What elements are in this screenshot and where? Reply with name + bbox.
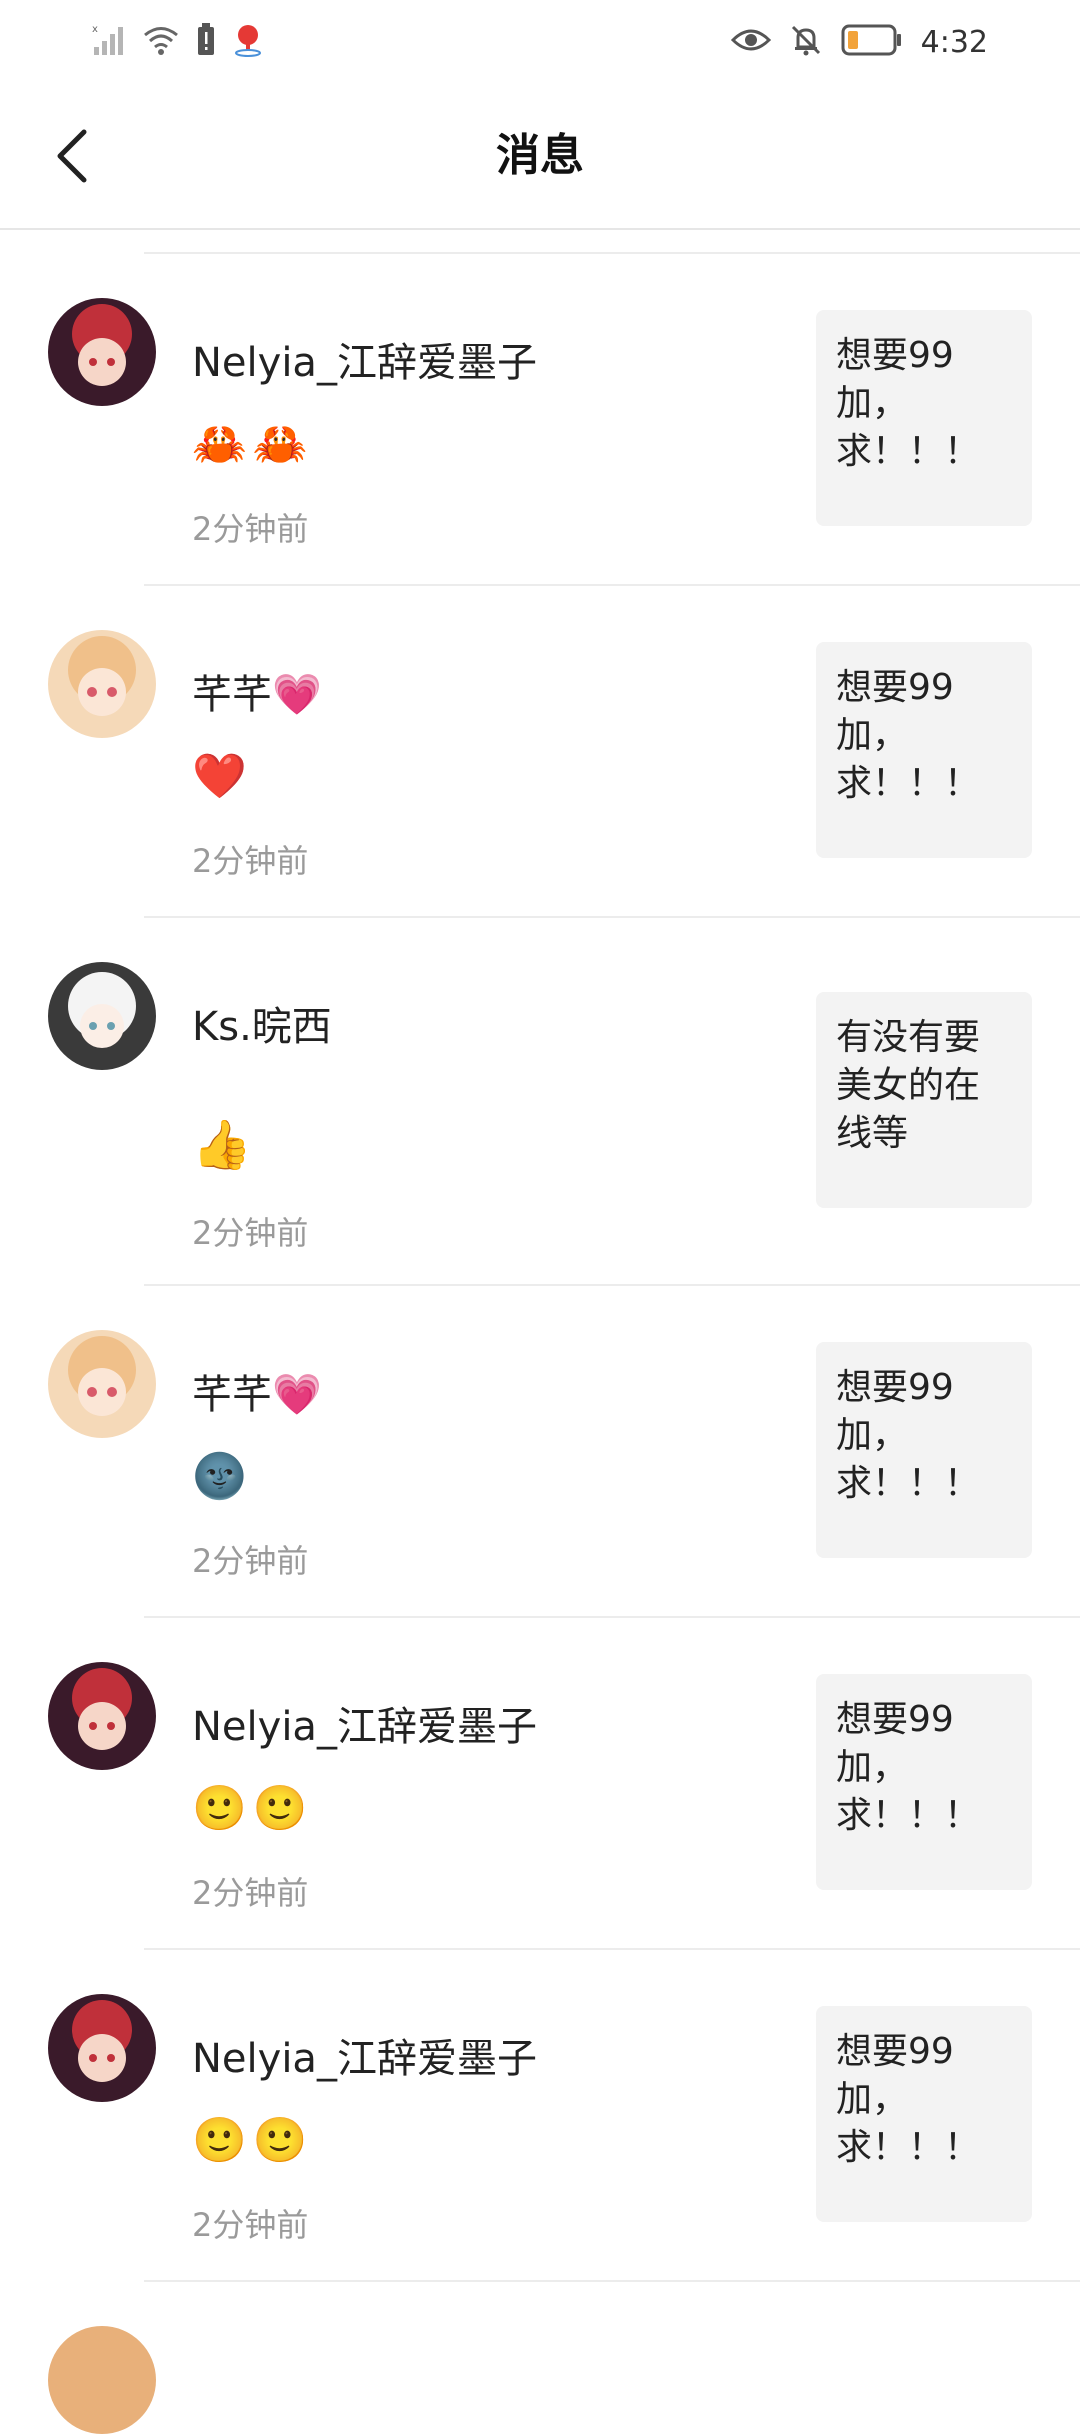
message-content: 🦀 🦀 xyxy=(192,414,308,474)
message-content: 👍 xyxy=(192,1114,252,1174)
crab-emoji: 🦀 xyxy=(252,419,308,470)
post-preview[interactable]: 有没有要美女的在线等 xyxy=(816,992,1032,1208)
message-content: 🙂 🙂 xyxy=(192,2110,308,2170)
post-preview[interactable]: 想要99加，求！！！ xyxy=(816,1342,1032,1558)
message-time: 2分钟前 xyxy=(192,2206,309,2244)
message-item[interactable]: Nelyia_江辞爱墨子 🦀 🦀 2分钟前 想要99加，求！！！ xyxy=(48,254,1080,586)
status-bar-right: 4:32 xyxy=(730,22,988,62)
smile-emoji: 🙂 xyxy=(252,2115,308,2166)
message-item[interactable]: 芊芊💗 ❤️ 2分钟前 想要99加，求！！！ xyxy=(48,586,1080,918)
wifi-icon xyxy=(142,24,180,60)
avatar[interactable] xyxy=(48,1662,156,1770)
eye-icon xyxy=(730,26,771,58)
message-time: 2分钟前 xyxy=(192,1874,309,1912)
sender-name[interactable]: 芊芊💗 xyxy=(192,662,322,720)
svg-text:x: x xyxy=(92,24,98,35)
message-time: 2分钟前 xyxy=(192,1214,309,1252)
signal-icon: x xyxy=(92,23,126,61)
message-item[interactable]: Nelyia_江辞爱墨子 🙂 🙂 2分钟前 想要99加，求！！！ xyxy=(48,1618,1080,1950)
post-preview[interactable]: 想要99加，求！！！ xyxy=(816,642,1032,858)
sender-name[interactable]: Nelyia_江辞爱墨子 xyxy=(192,1694,537,1752)
app-header: 消息 xyxy=(0,84,1080,230)
app-notification-icon xyxy=(232,23,264,61)
bell-muted-icon xyxy=(789,23,823,61)
message-time: 2分钟前 xyxy=(192,842,309,880)
battery-alert-icon xyxy=(196,23,216,61)
avatar[interactable] xyxy=(48,962,156,1070)
heart-emoji: ❤️ xyxy=(192,751,247,802)
message-content: ❤️ xyxy=(192,746,247,806)
thumbs-up-emoji: 👍 xyxy=(192,1116,252,1173)
post-preview[interactable]: 想要99加，求！！！ xyxy=(816,2006,1032,2222)
message-time: 2分钟前 xyxy=(192,1542,309,1580)
avatar[interactable] xyxy=(48,298,156,406)
sender-name[interactable]: Ks.晥西 xyxy=(192,994,332,1052)
post-preview[interactable]: 想要99加，求！！！ xyxy=(816,310,1032,526)
message-item[interactable]: 芊芊💗 🌚 2分钟前 想要99加，求！！！ xyxy=(48,1286,1080,1618)
message-item[interactable]: Nelyia_江辞爱墨子 🙂 🙂 2分钟前 想要99加，求！！！ xyxy=(48,1950,1080,2282)
post-preview[interactable]: 想要99加，求！！！ xyxy=(816,1674,1032,1890)
message-content: 🌚 xyxy=(192,1446,247,1506)
message-item[interactable]: Ks.晥西 👍 2分钟前 有没有要美女的在线等 xyxy=(48,918,1080,1286)
sender-name[interactable]: Nelyia_江辞爱墨子 xyxy=(192,330,537,388)
avatar[interactable] xyxy=(48,1994,156,2102)
page-title: 消息 xyxy=(496,130,584,181)
smile-emoji: 🙂 xyxy=(192,1783,247,1834)
avatar[interactable] xyxy=(48,1330,156,1438)
dark-moon-emoji: 🌚 xyxy=(192,1451,247,1502)
status-bar: x 4:32 xyxy=(0,0,1080,84)
message-time: 2分钟前 xyxy=(192,510,309,548)
status-bar-left: x xyxy=(92,22,264,62)
avatar[interactable] xyxy=(48,2326,156,2434)
avatar[interactable] xyxy=(48,630,156,738)
smile-emoji: 🙂 xyxy=(192,2115,247,2166)
sender-name[interactable]: 芊芊💗 xyxy=(192,1362,322,1420)
battery-icon xyxy=(841,24,903,60)
message-content: 🙂 🙂 xyxy=(192,1778,308,1838)
message-list: Nelyia_江辞爱墨子 🦀 🦀 2分钟前 想要99加，求！！！ 芊芊💗 ❤️ … xyxy=(0,254,1080,2282)
crab-emoji: 🦀 xyxy=(192,419,247,470)
status-time: 4:32 xyxy=(920,24,988,60)
sender-name[interactable]: Nelyia_江辞爱墨子 xyxy=(192,2026,537,2084)
smile-emoji: 🙂 xyxy=(252,1783,308,1834)
